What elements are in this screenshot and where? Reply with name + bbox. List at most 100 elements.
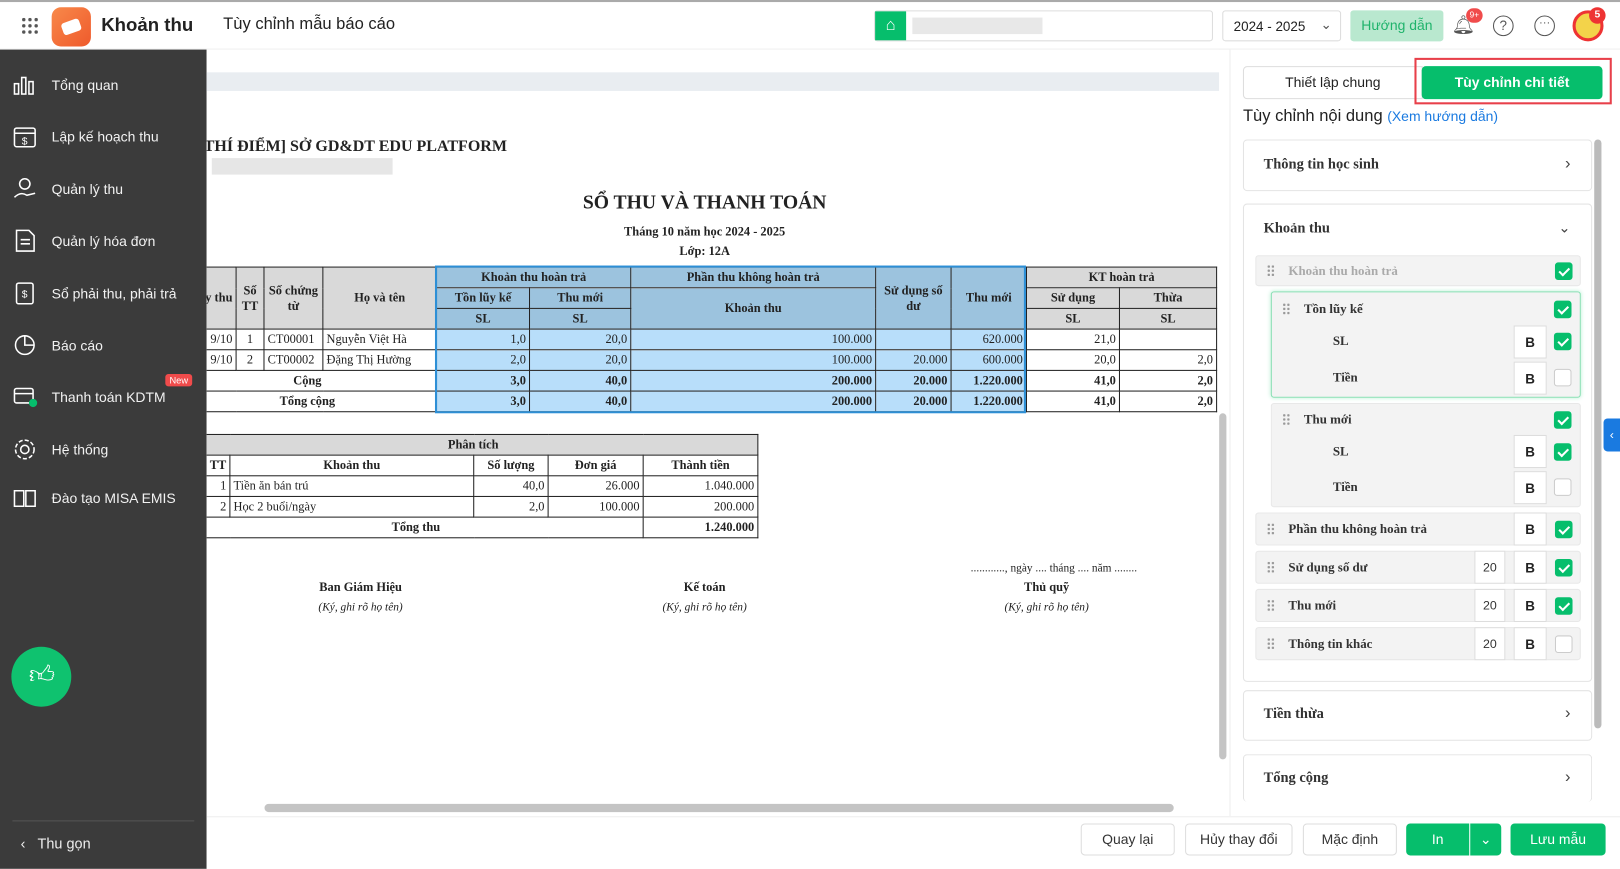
- table-cell: 1: [206, 475, 231, 497]
- signer-accountant: Kế toán: [683, 579, 726, 595]
- drag-handle-icon[interactable]: [1266, 599, 1275, 612]
- sidebar-item-training[interactable]: Đào tạo MISA EMIS: [0, 477, 207, 518]
- collapse-button[interactable]: ‹ Thu gọn: [21, 835, 91, 852]
- drag-handle-icon[interactable]: [1266, 637, 1275, 650]
- reset-default-button[interactable]: Mặc định: [1302, 823, 1397, 856]
- group-new-collection[interactable]: Thu mới SL B Tiền B: [1270, 402, 1581, 508]
- column-width-input[interactable]: 20: [1474, 550, 1506, 584]
- bold-toggle[interactable]: B: [1513, 434, 1547, 469]
- app-grid-icon[interactable]: [20, 16, 40, 36]
- school-year-select[interactable]: 2024 - 2025 ⌄: [1222, 10, 1342, 42]
- section-student-info[interactable]: Thông tin học sinh ›: [1242, 139, 1593, 192]
- column-width-input[interactable]: 20: [1474, 627, 1506, 661]
- chevron-right-icon: ›: [1564, 768, 1571, 787]
- bold-toggle[interactable]: B: [1513, 588, 1547, 622]
- table-cell: 600.000: [950, 349, 1028, 371]
- section-excess[interactable]: Tiền thừa ›: [1242, 690, 1593, 741]
- section-grand-total[interactable]: Tổng cộng ›: [1242, 754, 1593, 802]
- checkbox[interactable]: [1554, 635, 1573, 653]
- bold-toggle[interactable]: B: [1513, 325, 1547, 359]
- chevron-down-icon[interactable]: ⌄: [1558, 219, 1570, 237]
- guide-button[interactable]: Hướng dẫn: [1350, 10, 1444, 42]
- checkbox[interactable]: [1553, 478, 1572, 496]
- sidebar-item-label: Báo cáo: [51, 337, 103, 353]
- pie-chart-icon: [14, 335, 35, 356]
- table-cell: CT00002: [263, 349, 324, 371]
- item-other-info[interactable]: Thông tin khác 20 B: [1255, 627, 1581, 661]
- discard-changes-button[interactable]: Hủy thay đổi: [1185, 823, 1293, 856]
- sidebar-item-label: Đào tạo MISA EMIS: [51, 490, 176, 506]
- more-icon[interactable]: ···: [1534, 15, 1555, 37]
- sidebar-item-label: Sổ phải thu, phải trả: [51, 285, 177, 302]
- bold-toggle[interactable]: B: [1513, 512, 1547, 546]
- header-qty: SL: [1025, 307, 1121, 330]
- checkbox[interactable]: [1553, 368, 1572, 387]
- checkbox[interactable]: [1553, 332, 1572, 351]
- school-year-value: 2024 - 2025: [1233, 18, 1306, 35]
- feedback-thumbs-up-icon[interactable]: 👍︎: [11, 646, 72, 707]
- horizontal-scrollbar[interactable]: [264, 803, 1174, 813]
- sidebar-item-label: Quản lý hóa đơn: [51, 232, 156, 249]
- checkbox[interactable]: [1554, 597, 1573, 615]
- help-icon[interactable]: ?: [1492, 15, 1514, 37]
- collapse-label: Thu gọn: [37, 834, 91, 852]
- guide-link[interactable]: (Xem hướng dẫn): [1387, 108, 1498, 123]
- checkbox[interactable]: [1553, 300, 1572, 319]
- table-cell: 200.000: [630, 390, 877, 413]
- panel-scrollbar[interactable]: [1594, 139, 1602, 729]
- item-new-collection[interactable]: Thu mới 20 B: [1255, 588, 1581, 622]
- item-nonrefundable[interactable]: Phần thu không hoàn trả B: [1255, 512, 1581, 546]
- sidebar-item-reports[interactable]: Báo cáo: [0, 324, 207, 365]
- gear-icon: [14, 439, 35, 460]
- sidebar-item-manage-collection[interactable]: Quản lý thu: [0, 168, 207, 209]
- drag-handle-icon[interactable]: [1282, 413, 1291, 426]
- checkbox[interactable]: [1553, 443, 1572, 461]
- back-button[interactable]: Quay lại: [1080, 823, 1175, 856]
- sidebar-item-system[interactable]: Hệ thống: [0, 429, 207, 470]
- bold-toggle[interactable]: B: [1513, 627, 1547, 661]
- table-cell: 2: [206, 495, 231, 518]
- home-icon: ⌂: [875, 11, 907, 41]
- header-voucher: Số chứng từ: [263, 266, 324, 330]
- sidebar-item-overview[interactable]: Tổng quan: [0, 64, 207, 105]
- bold-toggle[interactable]: B: [1513, 361, 1547, 395]
- top-bar: Khoản thu Tùy chỉnh mẫu báo cáo ⌂ 2024 -…: [0, 0, 1620, 50]
- bold-toggle[interactable]: B: [1513, 550, 1547, 584]
- vertical-scrollbar[interactable]: [1219, 413, 1227, 760]
- drag-handle-icon[interactable]: [1266, 264, 1275, 277]
- table-cell: 2: [235, 349, 265, 371]
- bold-toggle[interactable]: B: [1513, 471, 1547, 505]
- drag-handle-icon[interactable]: [1266, 561, 1275, 574]
- sign-note: (Ký, ghi rõ họ tên): [1004, 601, 1089, 614]
- signer-principal: Ban Giám Hiệu: [319, 579, 402, 595]
- item-balance-used[interactable]: Sử dụng số dư 20 B: [1255, 550, 1581, 584]
- column-width-input[interactable]: 20: [1474, 588, 1506, 622]
- chevron-left-icon: ‹: [20, 834, 26, 852]
- group-accumulated[interactable]: Tồn lũy kế SL B Tiền B: [1270, 291, 1581, 398]
- save-template-button[interactable]: Lưu mẫu: [1510, 823, 1606, 856]
- main-report-table: Ngày thuSố TTSố chứng từHọ và tênKhoản t…: [206, 266, 1218, 413]
- checkbox[interactable]: [1554, 262, 1573, 280]
- table-cell: 200.000: [630, 369, 877, 392]
- item-refundable[interactable]: Khoản thu hoàn trả: [1255, 255, 1581, 287]
- print-options-chevron-down-icon[interactable]: ⌄: [1470, 823, 1502, 856]
- drag-handle-icon[interactable]: [1266, 522, 1275, 536]
- tab-general-settings[interactable]: Thiết lập chung: [1242, 66, 1423, 100]
- checkbox[interactable]: [1554, 520, 1573, 539]
- print-button[interactable]: In: [1406, 823, 1470, 856]
- table-cell: 100.000: [630, 349, 877, 371]
- sidebar-item-invoices[interactable]: Quản lý hóa đơn: [0, 220, 207, 261]
- sidebar-item-cashless-payment[interactable]: Thanh toán KDTM New: [0, 374, 207, 417]
- drag-handle-icon[interactable]: [1282, 302, 1291, 316]
- sidebar-item-plan[interactable]: $ Lập kế hoạch thu: [0, 116, 207, 157]
- page-title: Tùy chỉnh mẫu báo cáo: [223, 15, 396, 34]
- report-preview: [THÍ ĐIỂM] SỞ GD&DT EDU PLATFORM SỔ THU …: [206, 49, 1220, 817]
- school-selector[interactable]: ⌂: [874, 10, 1213, 42]
- checkbox[interactable]: [1554, 558, 1573, 577]
- sidebar-item-ledger[interactable]: $ Sổ phải thu, phải trả: [0, 273, 207, 314]
- sidebar-item-label: Lập kế hoạch thu: [51, 128, 159, 145]
- collapse-panel-chevron-left-icon[interactable]: ‹: [1603, 418, 1620, 452]
- notification-badge: 9+: [1466, 8, 1483, 23]
- table-cell: Đơn giá: [547, 454, 644, 477]
- checkbox[interactable]: [1553, 411, 1572, 429]
